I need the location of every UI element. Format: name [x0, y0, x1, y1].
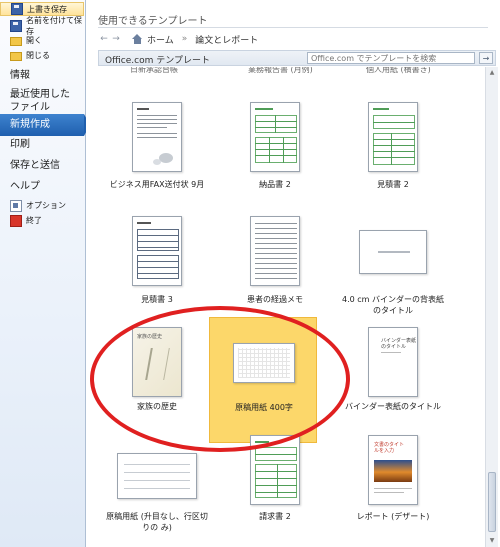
print-tab[interactable]: 印刷: [0, 138, 84, 151]
options-icon: [10, 199, 22, 212]
share-tab[interactable]: 保存と送信: [0, 159, 84, 172]
scroll-up-icon[interactable]: ▲: [488, 69, 496, 77]
back-button[interactable]: ←: [98, 33, 110, 45]
exit-button[interactable]: 終了: [0, 213, 84, 228]
exit-label: 終了: [26, 216, 42, 225]
breadcrumb-current: 論文とレポート: [195, 35, 259, 46]
folder-close-icon: [10, 52, 22, 61]
template-name: 家族の歴史: [137, 402, 177, 411]
forward-button[interactable]: →: [110, 33, 122, 45]
template-thumbnail: [368, 102, 418, 172]
new-tab[interactable]: 新規作成: [0, 114, 84, 136]
template-tile[interactable]: 納品書 2: [221, 97, 329, 223]
section-divider: [98, 27, 488, 28]
template-name: 原稿用紙 (升目なし、行区切りの み): [106, 512, 208, 532]
template-name: 見積書 2: [377, 180, 409, 189]
scroll-thumb[interactable]: [488, 472, 496, 532]
template-name: 原稿用紙 400字: [235, 403, 293, 412]
template-tile[interactable]: バインダー表紙 のタイトル バインダー表紙のタイトル: [339, 317, 447, 443]
info-tab[interactable]: 情報: [0, 69, 84, 82]
save-icon: [11, 3, 23, 15]
template-name: バインダー表紙のタイトル: [345, 402, 441, 411]
template-tile[interactable]: 見積書 2: [339, 97, 447, 223]
template-tile-selected[interactable]: 原稿用紙 400字: [209, 317, 317, 443]
gallery-scrollbar[interactable]: ▲ ▼: [485, 67, 498, 547]
template-thumbnail: [132, 102, 182, 172]
close-button[interactable]: 閉じる: [0, 48, 84, 63]
thumb-title: バインダー表紙 のタイトル: [381, 338, 417, 350]
template-name: 見積書 3: [141, 295, 173, 304]
template-search-input[interactable]: [307, 52, 475, 64]
template-navigation: ← → ホーム » 論文とレポート: [98, 31, 494, 47]
thumb-title: 家族の歴史: [137, 334, 163, 340]
section-title: 使用できるテンプレート: [98, 16, 208, 27]
template-thumbnail: 文書のタイト ルを入力: [368, 435, 418, 505]
open-label: 開く: [26, 36, 42, 45]
template-name: レポート (デザート): [356, 512, 430, 521]
template-thumbnail: [250, 102, 300, 172]
template-thumbnail: [359, 230, 427, 274]
template-tile[interactable]: 文書のタイト ルを入力 レポート (デザート): [339, 435, 447, 547]
help-tab[interactable]: ヘルプ: [0, 180, 84, 193]
backstage-sidebar: 上書き保存 名前を付けて保存 開く 閉じる 情報 最近使用した ファイル 新規作…: [0, 0, 90, 547]
thumb-title: 文書のタイト ルを入力: [374, 442, 405, 454]
landscape-image: [374, 460, 412, 482]
grid-pattern: [238, 348, 290, 378]
scroll-down-icon[interactable]: ▼: [488, 537, 496, 545]
template-thumbnail: バインダー表紙 のタイトル: [368, 327, 418, 397]
save-as-icon: [10, 19, 22, 32]
template-thumbnail: [233, 343, 295, 383]
template-tile[interactable]: 請求書 2: [221, 435, 329, 547]
partial-label: 日新承認台帳: [130, 67, 178, 74]
office-templates-label: Office.com テンプレート: [105, 56, 210, 66]
options-button[interactable]: オプション: [0, 198, 84, 213]
partial-label: 個人用紙 (横書き): [366, 67, 431, 74]
template-thumbnail: 家族の歴史: [132, 327, 182, 397]
template-name: 納品書 2: [259, 180, 291, 189]
template-tile[interactable]: 原稿用紙 (升目なし、行区切りの み): [103, 435, 211, 547]
template-name: 請求書 2: [259, 512, 291, 521]
save-label: 上書き保存: [27, 4, 67, 14]
main-panel: 使用できるテンプレート ← → ホーム » 論文とレポート Office.com…: [86, 0, 500, 547]
close-label: 閉じる: [26, 51, 50, 60]
template-thumbnail: [250, 435, 300, 505]
recent-tab[interactable]: 最近使用した ファイル: [0, 88, 84, 114]
template-thumbnail: [117, 453, 197, 499]
save-as-button[interactable]: 名前を付けて保存: [0, 16, 84, 36]
home-icon[interactable]: [132, 34, 143, 44]
open-button[interactable]: 開く: [0, 33, 84, 48]
exit-icon: [10, 214, 22, 227]
template-tile[interactable]: 家族の歴史 家族の歴史: [103, 317, 211, 443]
search-go-button[interactable]: →: [479, 52, 493, 64]
template-thumbnail: [132, 216, 182, 286]
options-label: オプション: [26, 201, 66, 210]
decoration: [145, 348, 170, 380]
template-name: ビジネス用FAX送付状 9月: [109, 180, 205, 189]
partial-row: 日新承認台帳 業務報告書 (月例) 個人用紙 (横書き): [98, 67, 486, 79]
template-thumbnail: [250, 216, 300, 286]
office-templates-bar: Office.com テンプレート →: [98, 50, 496, 66]
template-name: 患者の経過メモ: [247, 295, 303, 304]
template-gallery: 日新承認台帳 業務報告書 (月例) 個人用紙 (横書き) ビジネス用FAX送付状…: [98, 67, 486, 547]
partial-label: 業務報告書 (月例): [248, 67, 313, 74]
folder-open-icon: [10, 37, 22, 46]
template-tile[interactable]: ビジネス用FAX送付状 9月: [103, 97, 211, 223]
home-link[interactable]: ホーム: [147, 33, 174, 46]
breadcrumb-separator: »: [181, 34, 188, 44]
template-name: 4.0 cm バインダーの背表紙のタイトル: [342, 295, 444, 315]
